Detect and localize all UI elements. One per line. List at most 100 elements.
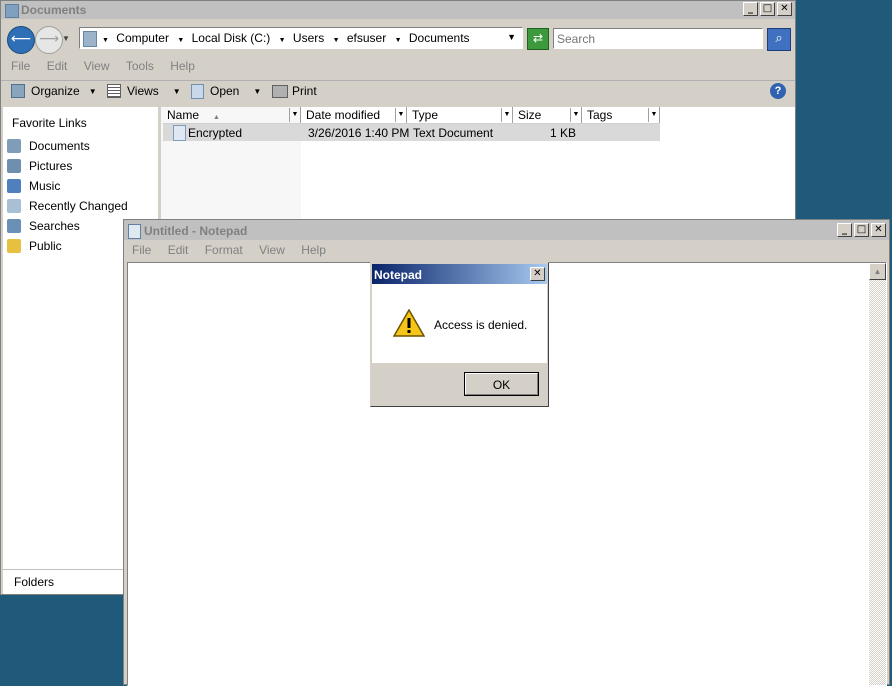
open-label: Open [210,84,240,98]
breadcrumb-separator-icon[interactable]: ▼ [279,37,286,44]
printer-icon [272,84,288,98]
column-header-date-modified[interactable]: Date modified ▼ [302,107,407,123]
explorer-menubar: File Edit View Tools Help [11,59,795,79]
breadcrumb: ▼ Computer ▼ Local Disk (C:) ▼ Users ▼ e… [102,31,470,45]
dialog-body: Access is denied. [372,284,547,363]
notepad-title: Untitled - Notepad [144,224,248,238]
column-header-name[interactable]: Name ▲ ▼ [163,107,301,123]
address-dropdown-icon[interactable]: ▼ [507,32,516,42]
column-header-type[interactable]: Type ▼ [408,107,513,123]
nav-item-documents[interactable]: Documents [7,137,90,155]
refresh-button[interactable]: ⇄ [527,28,549,50]
menu-format[interactable]: Format [205,243,243,257]
close-button[interactable]: ✕ [871,223,886,237]
maximize-button[interactable]: □ [760,2,775,16]
breadcrumb-separator-icon[interactable]: ▼ [333,37,340,44]
explorer-title: Documents [21,3,87,17]
column-headers: Name ▲ ▼ Date modified ▼ Type ▼ Size ▼ Tags ▼ [163,107,660,124]
nav-item-music[interactable]: Music [7,177,60,195]
nav-item-recently-changed[interactable]: Recently Changed [7,197,128,215]
ok-button-label: OK [492,378,511,392]
back-button[interactable]: ⟵ [7,26,35,54]
table-row[interactable]: Encrypted 3/26/2016 1:40 PM Text Documen… [163,124,660,141]
menu-help[interactable]: Help [301,243,326,257]
warning-icon [393,309,425,337]
organize-button[interactable]: Organize ▼ [11,81,97,101]
menu-view[interactable]: View [259,243,285,257]
menu-tools[interactable]: Tools [126,59,154,73]
error-dialog: Notepad ✕ Access is denied. OK [370,262,549,407]
dialog-message: Access is denied. [434,318,528,332]
refresh-icon: ⇄ [532,31,544,45]
organize-label: Organize [31,84,80,98]
minimize-button[interactable]: _ [743,2,758,16]
organize-icon [11,84,25,98]
explorer-titlebar[interactable]: Documents _ □ ✕ [1,1,795,19]
public-folder-icon [7,239,21,253]
pictures-icon [7,159,21,173]
breadcrumb-efsuser[interactable]: efsuser [347,31,386,45]
maximize-button[interactable]: □ [854,223,869,237]
file-name: Encrypted [188,126,243,140]
column-header-tags[interactable]: Tags ▼ [583,107,660,123]
recently-changed-icon [7,199,21,213]
scroll-up-button[interactable]: ▲ [869,263,886,280]
breadcrumb-separator-icon[interactable]: ▼ [395,37,402,44]
menu-edit[interactable]: Edit [168,243,189,257]
notepad-icon [128,224,141,239]
search-icon: ⌕ [775,31,783,46]
searches-icon [7,219,21,233]
menu-help[interactable]: Help [170,59,195,73]
vertical-scrollbar[interactable]: ▲ [869,263,886,685]
open-icon [191,83,204,99]
sort-ascending-icon: ▲ [213,114,220,121]
help-icon[interactable]: ? [770,83,786,99]
notepad-titlebar[interactable]: Untitled - Notepad _ □ ✕ [124,220,889,240]
documents-icon [7,139,21,153]
breadcrumb-computer[interactable]: Computer [116,31,169,45]
views-label: Views [127,84,159,98]
history-dropdown-icon[interactable]: ▼ [62,34,70,43]
views-icon [107,84,121,98]
chevron-down-icon[interactable]: ▼ [395,108,406,122]
chevron-down-icon[interactable]: ▼ [253,87,261,96]
explorer-toolbar: Organize ▼ Views ▼ Open ▼ Print ? [1,80,795,103]
nav-item-public[interactable]: Public [7,237,62,255]
menu-file[interactable]: File [11,59,30,73]
breadcrumb-documents[interactable]: Documents [409,31,470,45]
folders-bar[interactable]: Folders [3,569,123,594]
chevron-down-icon: ▼ [172,86,181,96]
menu-view[interactable]: View [84,59,110,73]
open-button[interactable]: Open ▼ [191,81,261,101]
chevron-down-icon[interactable]: ▼ [648,108,659,122]
breadcrumb-separator-icon[interactable]: ▼ [177,37,184,44]
breadcrumb-local-disk[interactable]: Local Disk (C:) [192,31,271,45]
print-button[interactable]: Print [272,81,317,101]
minimize-button[interactable]: _ [837,223,852,237]
search-button[interactable]: ⌕ [767,28,791,51]
address-bar[interactable]: ▼ Computer ▼ Local Disk (C:) ▼ Users ▼ e… [79,27,523,49]
menu-edit[interactable]: Edit [47,59,68,73]
forward-button[interactable]: ⟶ [35,26,63,54]
views-button[interactable]: Views ▼ [107,81,181,101]
chevron-down-icon: ▼ [88,86,97,96]
favorite-links-title: Favorite Links [12,116,87,130]
music-icon [7,179,21,193]
chevron-down-icon[interactable]: ▼ [570,108,581,122]
breadcrumb-users[interactable]: Users [293,31,324,45]
close-button[interactable]: ✕ [777,2,792,16]
nav-item-pictures[interactable]: Pictures [7,157,72,175]
dialog-title: Notepad [374,268,422,282]
file-size: 1 KB [549,126,576,140]
search-input[interactable] [553,28,763,49]
nav-item-searches[interactable]: Searches [7,217,80,235]
dialog-titlebar[interactable]: Notepad ✕ [372,264,547,284]
dialog-close-button[interactable]: ✕ [530,267,545,281]
column-header-size[interactable]: Size ▼ [514,107,582,123]
breadcrumb-separator-icon: ▼ [102,37,109,44]
chevron-down-icon[interactable]: ▼ [289,108,300,122]
menu-file[interactable]: File [132,243,151,257]
folder-icon [5,4,19,18]
chevron-down-icon[interactable]: ▼ [501,108,512,122]
ok-button[interactable]: OK [464,372,539,396]
